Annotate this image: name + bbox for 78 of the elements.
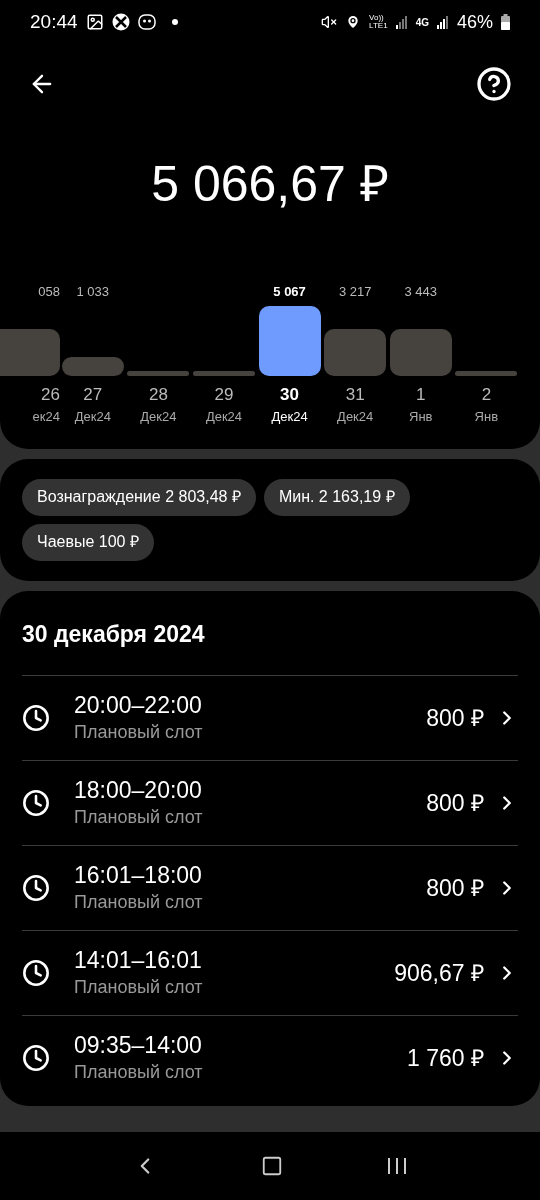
robot-icon	[137, 13, 156, 31]
mute-icon	[321, 14, 338, 30]
slot-time: 14:01–16:01	[74, 945, 203, 974]
day-number: 26	[41, 383, 60, 406]
day-column[interactable]: 2 Янв	[453, 303, 520, 427]
clock-icon	[22, 789, 50, 817]
nav-home-button[interactable]	[261, 1155, 283, 1177]
slot-time: 16:01–18:00	[74, 860, 203, 889]
day-column[interactable]: 1 033 27 Дек24	[60, 282, 126, 427]
slot-row[interactable]: 18:00–20:00 Плановый слот 800 ₽	[22, 760, 518, 845]
day-value: 3 443	[404, 283, 438, 301]
day-value: 058	[38, 283, 60, 301]
slot-time: 09:35–14:00	[74, 1030, 203, 1059]
slot-time: 18:00–20:00	[74, 775, 203, 804]
day-column[interactable]: 3 217 31 Дек24	[322, 282, 388, 427]
clock-icon	[22, 1044, 50, 1072]
slot-amount: 800 ₽	[426, 788, 484, 818]
clock-icon	[22, 959, 50, 987]
day-month: Дек24	[140, 408, 177, 426]
signal-icon	[395, 15, 408, 29]
day-number: 28	[148, 383, 168, 406]
slot-type: Плановый слот	[74, 890, 204, 914]
home-icon	[261, 1155, 283, 1177]
recents-icon	[386, 1156, 409, 1176]
day-column[interactable]: 3 443 1 Янв	[387, 282, 454, 427]
day-month: Дек24	[337, 408, 374, 426]
slot-time: 20:00–22:00	[74, 690, 203, 719]
slot-type: Плановый слот	[74, 1060, 204, 1084]
image-icon	[85, 13, 104, 31]
summary-chip: Вознаграждение 2 803,48 ₽	[22, 478, 256, 516]
day-month: Дек24	[271, 408, 308, 426]
slot-row[interactable]: 09:35–14:00 Плановый слот 1 760 ₽	[22, 1015, 518, 1100]
status-time: 20:44	[30, 9, 78, 34]
day-value: 5 067	[273, 283, 306, 301]
signal-icon	[436, 15, 449, 29]
day-number: 2	[481, 383, 492, 406]
slot-amount: 906,67 ₽	[394, 958, 484, 988]
slot-amount: 1 760 ₽	[407, 1043, 484, 1073]
app-icon	[111, 13, 130, 31]
day-column[interactable]: 5 067 30 Дек24	[256, 282, 323, 427]
day-number: 29	[214, 383, 234, 406]
summary-chip: Мин. 2 163,19 ₽	[263, 478, 410, 516]
day-value: 1 033	[76, 283, 110, 301]
day-column[interactable]: 28 Дек24	[125, 303, 192, 427]
help-button[interactable]	[476, 66, 512, 102]
total-amount: 5 066,67 ₽	[151, 156, 389, 212]
clock-icon	[22, 874, 50, 902]
slot-type: Плановый слот	[74, 975, 204, 999]
day-month: Янв	[474, 408, 499, 426]
location-icon	[345, 14, 362, 30]
day-number: 1	[416, 383, 426, 406]
battery-percent: 46%	[456, 10, 493, 34]
network-label: 4G	[415, 15, 429, 30]
slot-type: Плановый слот	[74, 720, 204, 744]
day-number: 30	[280, 383, 300, 406]
slot-row[interactable]: 14:01–16:01 Плановый слот 906,67 ₽	[22, 930, 518, 1015]
slot-amount: 800 ₽	[426, 703, 484, 733]
battery-icon	[501, 14, 510, 30]
day-number: 27	[83, 383, 103, 406]
day-column[interactable]: 29 Дек24	[191, 303, 257, 427]
network-label: LTE1	[369, 22, 388, 30]
slot-row[interactable]: 20:00–22:00 Плановый слот 800 ₽	[22, 675, 518, 760]
day-value: 3 217	[338, 283, 372, 301]
date-title: 30 декабря 2024	[21, 619, 206, 649]
slot-row[interactable]: 16:01–18:00 Плановый слот 800 ₽	[22, 845, 518, 930]
day-month: Янв	[409, 408, 433, 426]
day-month: ек24	[32, 408, 60, 426]
slot-amount: 800 ₽	[426, 873, 484, 903]
day-column[interactable]: 058 26 ек24	[0, 282, 60, 427]
nav-recents-button[interactable]	[386, 1156, 409, 1176]
slot-type: Плановый слот	[74, 805, 204, 829]
clock-icon	[22, 704, 50, 732]
day-number: 31	[345, 383, 365, 406]
day-month: Дек24	[205, 408, 243, 426]
day-month: Дек24	[74, 408, 111, 426]
summary-chip: Чаевые 100 ₽	[22, 523, 154, 561]
dot-icon	[171, 19, 178, 25]
network-label: Vo))	[369, 14, 384, 22]
